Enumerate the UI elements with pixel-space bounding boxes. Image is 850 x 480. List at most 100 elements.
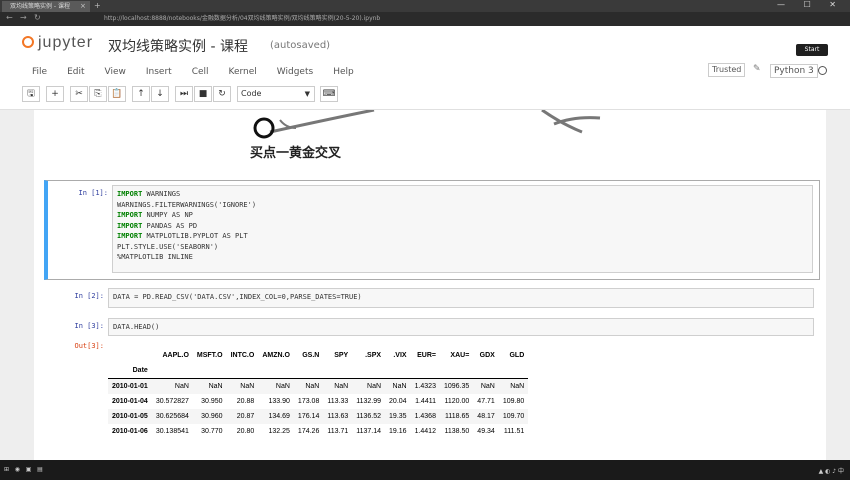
table-cell: 113.63	[327, 413, 349, 420]
column-header: .SPX	[365, 352, 382, 359]
table-cell: 1096.35	[443, 383, 470, 390]
system-tray: ▲ ◐ ♪ 中	[818, 468, 844, 475]
column-header: MSFT.O	[196, 352, 223, 359]
table-cell: 1.4412	[414, 428, 436, 435]
table-cell: 19.35	[389, 413, 407, 420]
table-cell: 1137.14	[356, 428, 382, 435]
kernel-idle-icon	[818, 66, 827, 75]
table-cell: NaN	[510, 383, 525, 390]
code-line: IMPORT NUMPY AS NP	[117, 211, 193, 219]
table-cell: 134.69	[268, 413, 290, 420]
table-cell: 1.4323	[414, 383, 436, 390]
table-cell: 113.33	[327, 398, 349, 405]
code-cell-1[interactable]: In [1]: IMPORT WARNINGS WARNINGS.FILTERW…	[44, 180, 820, 280]
menu-kernel[interactable]: Kernel	[219, 64, 267, 80]
table-cell: 1120.00	[444, 398, 470, 405]
table-cell: 20.88	[236, 398, 255, 405]
table-cell: 1.4368	[414, 413, 436, 420]
code-line: IMPORT PANDAS AS PD	[117, 221, 198, 230]
save-icon[interactable]: 🖫	[22, 86, 40, 102]
os-taskbar: ⊞ ◉ ▣ ▤ ▲ ◐ ♪ 中	[0, 460, 850, 480]
table-row: 2010-01-01 NaN NaN NaN NaN NaN NaN NaN NaN 1.4323…	[108, 378, 529, 394]
taskbar-apps[interactable]: ⊞ ◉ ▣ ▤	[4, 466, 43, 473]
menu-file[interactable]: File	[22, 64, 57, 80]
menu-bar: File Edit View Insert Cell Kernel Widget…	[22, 64, 364, 80]
table-cell: 173.08	[297, 398, 320, 405]
insert-cell-icon[interactable]: +	[46, 86, 64, 102]
code-editor[interactable]: DATA.HEAD()	[108, 318, 814, 336]
menu-insert[interactable]: Insert	[136, 64, 182, 80]
new-tab-icon[interactable]: +	[94, 1, 101, 11]
column-header: GS.N	[302, 352, 320, 359]
window-controls[interactable]: — ☐ ✕	[777, 0, 844, 9]
paste-icon[interactable]: 📋	[108, 86, 126, 102]
table-cell: 132.25	[268, 428, 290, 435]
table-row: 2010-01-05 30.625684 30.960 20.87 134.69 176.…	[108, 409, 529, 424]
menu-help[interactable]: Help	[323, 64, 364, 80]
column-header: GLD	[509, 352, 525, 359]
code-line: IMPORT MATPLOTLIB.PYPLOT AS PLT	[117, 232, 248, 240]
table-cell: 1118.65	[445, 413, 470, 420]
code-cell-2[interactable]: In [2]: DATA = PD.READ_CSV('DATA.CSV',IN…	[44, 286, 820, 310]
row-date: 2010-01-04	[112, 398, 148, 405]
forward-icon[interactable]: →	[20, 13, 27, 22]
tab-title: 双均线策略实例 - 课程	[10, 3, 70, 10]
jupyter-logo[interactable]: jupyter	[22, 34, 93, 52]
cut-icon[interactable]: ✂	[70, 86, 88, 102]
pencil-icon[interactable]: ✎	[753, 64, 761, 74]
table-cell: 1132.99	[356, 398, 382, 405]
copy-icon[interactable]: ⎘	[89, 86, 107, 102]
kernel-name: Python 3	[770, 64, 818, 78]
run-icon[interactable]: ⏭	[175, 86, 193, 102]
move-up-icon[interactable]: ↑	[132, 86, 150, 102]
menu-view[interactable]: View	[95, 64, 136, 80]
table-cell: NaN	[334, 383, 349, 390]
output-area: Out[3]: AAPL.O MSFT.O INTC.O AMZN.O GS.N…	[44, 340, 820, 460]
column-header: INTC.O	[230, 352, 255, 359]
table-cell: 48.17	[477, 413, 495, 420]
browser-tab[interactable]: 双均线策略实例 - 课程 ×	[2, 1, 90, 12]
menu-widgets[interactable]: Widgets	[267, 64, 323, 80]
table-cell: 111.51	[503, 428, 525, 435]
column-header: GDX	[479, 352, 495, 359]
column-header: XAU=	[450, 352, 470, 359]
code-cell-3[interactable]: In [3]: DATA.HEAD()	[44, 316, 820, 338]
move-down-icon[interactable]: ↓	[151, 86, 169, 102]
url-input[interactable]: http://localhost:8888/notebooks/金融数据分析/0…	[104, 14, 434, 24]
row-date: 2010-01-01	[112, 383, 148, 390]
keyboard-icon[interactable]: ⌨	[320, 86, 338, 102]
restart-icon[interactable]: ↻	[213, 86, 231, 102]
start-button[interactable]: Start	[796, 44, 828, 56]
cell-prompt: In [1]:	[78, 189, 108, 197]
code-editor[interactable]: DATA = PD.READ_CSV('DATA.CSV',INDEX_COL=…	[108, 288, 814, 308]
table-cell: NaN	[392, 383, 407, 390]
stop-icon[interactable]: ■	[194, 86, 212, 102]
menu-edit[interactable]: Edit	[57, 64, 94, 80]
table-cell: NaN	[305, 383, 320, 390]
column-header: AMZN.O	[262, 352, 290, 359]
table-cell: NaN	[367, 383, 382, 390]
table-cell: 20.87	[236, 413, 255, 420]
menu-cell[interactable]: Cell	[182, 64, 219, 80]
table-cell: 30.960	[201, 413, 223, 420]
back-icon[interactable]: ←	[6, 13, 13, 22]
browser-tab-bar: 双均线策略实例 - 课程 × + — ☐ ✕	[0, 0, 850, 12]
logo-text: jupyter	[38, 34, 94, 51]
close-tab-icon[interactable]: ×	[80, 1, 86, 12]
markdown-caption: 买点一黄金交叉	[250, 146, 342, 161]
code-editor[interactable]: IMPORT WARNINGS WARNINGS.FILTERWARNINGS(…	[112, 185, 813, 273]
notebook-title[interactable]: 双均线策略实例 - 课程	[108, 36, 248, 56]
trusted-badge[interactable]: Trusted	[708, 63, 746, 77]
cell-type-select[interactable]: Code ▼	[237, 86, 315, 102]
table-cell: 30.770	[201, 428, 223, 435]
table-cell: 1138.50	[444, 428, 470, 435]
cell-prompt: In [3]:	[74, 322, 104, 330]
output-prompt: Out[3]:	[74, 342, 104, 350]
code-line: PLT.STYLE.USE('SEABORN')	[117, 242, 219, 251]
table-row: 2010-01-06 30.138541 30.770 20.80 132.25 174.…	[108, 424, 528, 439]
column-header: .VIX	[393, 352, 407, 359]
reload-icon[interactable]: ↻	[34, 13, 41, 22]
row-date: 2010-01-05	[112, 413, 148, 420]
code-line: %MATPLOTLIB INLINE	[117, 253, 193, 261]
table-cell: 30.138541	[155, 428, 189, 435]
